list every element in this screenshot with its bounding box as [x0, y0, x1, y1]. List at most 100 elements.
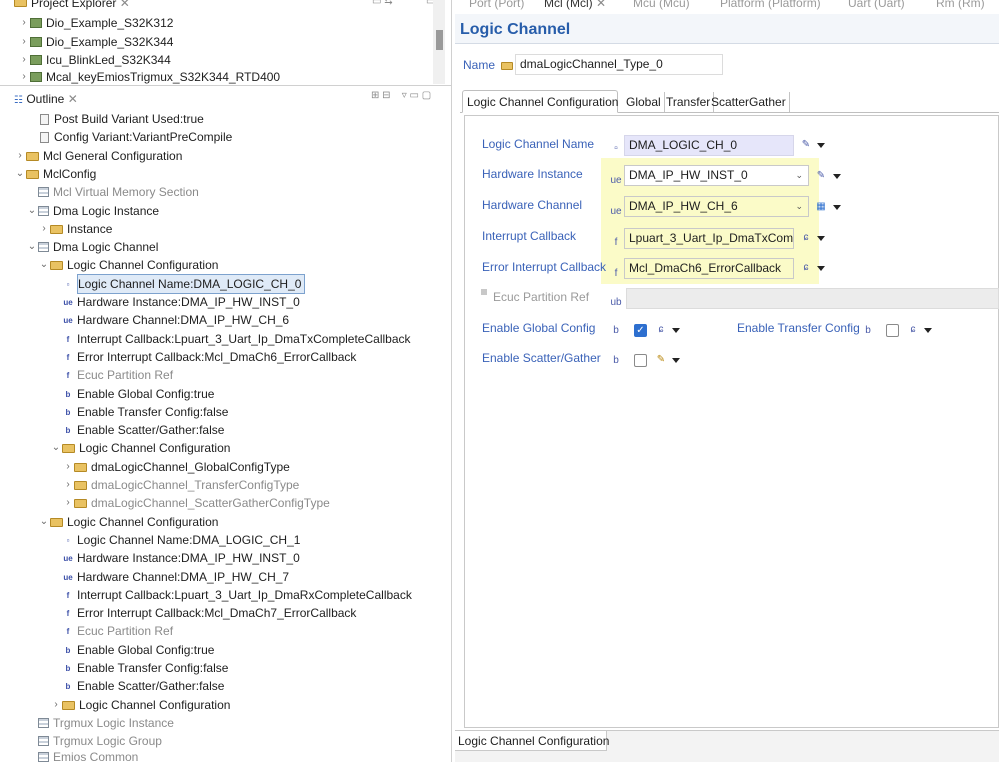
outline-item[interactable]: f Ecuc Partition Ref [50, 366, 173, 384]
chevron-right-icon[interactable]: › [18, 70, 30, 84]
outline-item[interactable]: f Interrupt Callback:Lpuart_3_Uart_Ip_Dma… [50, 330, 411, 348]
chevron-down-icon[interactable]: ⌄ [50, 439, 62, 457]
chevron-down-icon[interactable]: ⌄ [38, 256, 50, 274]
outline-tab[interactable]: ☷ Outline ✕ [14, 92, 78, 106]
outline-item[interactable]: › Instance [38, 220, 112, 238]
chevron-down-icon[interactable] [672, 358, 680, 363]
outline-item[interactable]: Post Build Variant Used:true [26, 110, 204, 128]
outline-item[interactable]: ⌄ Logic Channel Configuration [38, 256, 219, 274]
bottom-tab-logic-channel-configuration[interactable]: Logic Channel Configuration [455, 731, 609, 751]
outline-item[interactable]: ⌄ Logic Channel Configuration [38, 513, 219, 531]
outline-item[interactable]: Emios Common [26, 751, 138, 763]
outline-item[interactable]: b Enable Scatter/Gather:false [50, 421, 225, 439]
enable-transfer-config-checkbox[interactable] [886, 324, 899, 337]
tab-mcl[interactable]: Mcl (Mcl) ✕ [544, 0, 606, 9]
project-item[interactable]: › Dio_Example_S32K344 [18, 33, 173, 51]
tab-scattergather[interactable]: ScatterGather [711, 92, 790, 112]
chevron-right-icon[interactable]: › [14, 147, 26, 165]
minimize-icon[interactable]: ▭ [410, 90, 419, 101]
outline-item[interactable]: Mcl Virtual Memory Section [26, 183, 199, 201]
chevron-down-icon[interactable]: ⌄ [26, 202, 38, 220]
project-item[interactable]: › Dio_Example_S32K312 [18, 14, 173, 32]
outline-item[interactable]: ue Hardware Instance:DMA_IP_HW_INST_0 [50, 549, 299, 567]
edit-icon[interactable]: ✎ [815, 170, 827, 182]
enable-scatter-gather-checkbox[interactable] [634, 354, 647, 367]
calculate-icon[interactable]: ▦ [815, 201, 827, 213]
hardware-channel-select[interactable]: DMA_IP_HW_CH_6 ⌄ [624, 196, 809, 217]
chevron-right-icon[interactable]: › [18, 51, 30, 69]
edit-icon[interactable]: ✎ [655, 354, 667, 366]
chevron-down-icon[interactable]: ⌄ [14, 165, 26, 183]
tab-uart[interactable]: Uart (Uart) [848, 0, 905, 9]
outline-item[interactable]: ue Hardware Channel:DMA_IP_HW_CH_6 [50, 311, 289, 329]
chevron-down-icon[interactable]: ⌄ [795, 197, 803, 216]
chevron-right-icon[interactable]: › [18, 33, 30, 51]
project-explorer-tab[interactable]: Project Explorer ✕ [14, 0, 130, 10]
outline-item[interactable]: ue Hardware Instance:DMA_IP_HW_INST_0 [50, 293, 299, 311]
logic-channel-name-input[interactable]: DMA_LOGIC_CH_0 [624, 135, 794, 156]
tab-platform[interactable]: Platform (Platform) [720, 0, 821, 9]
outline-item[interactable]: ue Hardware Channel:DMA_IP_HW_CH_7 [50, 568, 289, 586]
collapse-all-icon[interactable]: ▭ [372, 0, 381, 7]
chevron-down-icon[interactable] [924, 328, 932, 333]
tab-global[interactable]: Global [626, 92, 665, 112]
link-icon[interactable]: ɕ [800, 232, 812, 244]
project-item[interactable]: › Icu_BlinkLed_S32K344 [18, 51, 170, 69]
pe-scrollbar-thumb[interactable] [436, 30, 443, 50]
view-menu-icon[interactable]: ▿ [402, 90, 407, 101]
tab-rm[interactable]: Rm (Rm) [936, 0, 985, 9]
chevron-down-icon[interactable] [817, 143, 825, 148]
chevron-right-icon[interactable]: › [38, 220, 50, 238]
outline-item[interactable]: f Interrupt Callback:Lpuart_3_Uart_Ip_Dma… [50, 586, 412, 604]
outline-item[interactable]: ⌄ Dma Logic Channel [26, 238, 159, 256]
outline-item[interactable]: › Logic Channel Configuration [50, 696, 230, 714]
outline-item[interactable]: b Enable Transfer Config:false [50, 659, 229, 677]
outline-item[interactable]: b Enable Scatter/Gather:false [50, 677, 225, 695]
outline-item[interactable]: Config Variant:VariantPreCompile [26, 128, 232, 146]
chevron-down-icon[interactable]: ⌄ [26, 238, 38, 256]
outline-item[interactable]: ⌄ MclConfig [14, 165, 97, 183]
outline-item[interactable]: Trgmux Logic Group [26, 732, 162, 750]
outline-item[interactable]: ⌄ Dma Logic Instance [26, 202, 159, 220]
chevron-right-icon[interactable]: › [62, 476, 74, 494]
chevron-right-icon[interactable]: › [18, 14, 30, 32]
outline-item[interactable]: › dmaLogicChannel_TransferConfigType [62, 476, 299, 494]
tab-mcu[interactable]: Mcu (Mcu) [633, 0, 690, 9]
outline-item[interactable]: ⌄ Logic Channel Configuration [50, 439, 231, 457]
tab-logic-channel-configuration[interactable]: Logic Channel Configuration [462, 90, 618, 113]
chevron-down-icon[interactable] [833, 205, 841, 210]
link-icon[interactable]: ɕ [800, 262, 812, 274]
chevron-down-icon[interactable] [672, 328, 680, 333]
edit-icon[interactable]: ✎ [800, 139, 812, 151]
chevron-down-icon[interactable] [817, 266, 825, 271]
maximize-icon[interactable]: ▢ [422, 90, 431, 101]
outline-item[interactable]: b Enable Global Config:true [50, 385, 215, 403]
chevron-right-icon[interactable]: › [62, 494, 74, 512]
expand-all-icon[interactable]: ⊞ [371, 90, 379, 101]
outline-item[interactable]: ▫ Logic Channel Name:DMA_LOGIC_CH_0 [50, 274, 306, 294]
chevron-down-icon[interactable] [833, 174, 841, 179]
chevron-right-icon[interactable]: › [50, 696, 62, 714]
outline-item[interactable]: › dmaLogicChannel_GlobalConfigType [62, 458, 289, 476]
chevron-down-icon[interactable]: ⌄ [38, 513, 50, 531]
outline-item[interactable]: ▫ Logic Channel Name:DMA_LOGIC_CH_1 [50, 531, 301, 549]
outline-item[interactable]: b Enable Transfer Config:false [50, 403, 229, 421]
outline-item[interactable]: f Error Interrupt Callback:Mcl_DmaCh6_Err… [50, 348, 357, 366]
chevron-right-icon[interactable]: › [62, 458, 74, 476]
outline-item[interactable]: b Enable Global Config:true [50, 641, 215, 659]
chevron-down-icon[interactable] [817, 236, 825, 241]
interrupt-callback-input[interactable]: Lpuart_3_Uart_Ip_DmaTxComple [624, 228, 794, 249]
collapse-all-icon[interactable]: ⊟ [382, 90, 390, 101]
name-field[interactable]: dmaLogicChannel_Type_0 [515, 54, 723, 75]
tab-port[interactable]: Port (Port) [469, 0, 524, 9]
chevron-down-icon[interactable]: ⌄ [795, 166, 803, 185]
outline-item[interactable]: f Error Interrupt Callback:Mcl_DmaCh7_Err… [50, 604, 357, 622]
outline-item[interactable]: › Mcl General Configuration [14, 147, 182, 165]
pe-scrollbar[interactable] [433, 0, 445, 84]
tab-transfer[interactable]: Transfer [666, 92, 715, 112]
outline-item[interactable]: f Ecuc Partition Ref [50, 622, 173, 640]
project-item[interactable]: › Mcal_keyEmiosTrigmux_S32K344_RTD400 [18, 70, 280, 84]
link-icon[interactable]: ɕ [907, 324, 919, 336]
error-interrupt-callback-input[interactable]: Mcl_DmaCh6_ErrorCallback [624, 258, 794, 279]
outline-item[interactable]: › dmaLogicChannel_ScatterGatherConfigType [62, 494, 329, 512]
